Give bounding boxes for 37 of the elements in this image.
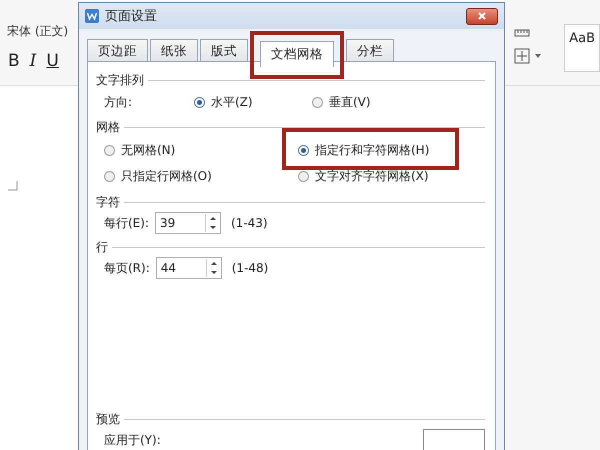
section-heading: 字符 [96, 194, 120, 211]
spin-field[interactable]: 39 [155, 212, 221, 234]
spin-field[interactable]: 44 [156, 257, 222, 279]
radio-option[interactable]: 文字对齐字符网格(X) [298, 166, 485, 186]
section-heading: 网格 [96, 119, 120, 136]
page-corner-icon [8, 181, 18, 191]
borders-icon[interactable] [513, 48, 531, 64]
radio-option[interactable]: 无网格(N) [104, 140, 298, 160]
radio-option[interactable]: 水平(Z) [194, 92, 312, 112]
field-label: 方向: [104, 94, 134, 110]
section-heading: 文字排列 [96, 72, 144, 89]
apply-to-dropdown[interactable] [423, 429, 485, 450]
app-logo-icon [85, 9, 99, 23]
field-label: 每页(R): [104, 260, 150, 276]
tab[interactable]: 版式 [200, 39, 248, 61]
dialog-title: 页面设置 [105, 8, 158, 25]
range-text: (1-43) [231, 216, 268, 230]
font-field[interactable]: 宋体 (正文) [4, 20, 74, 43]
tab[interactable]: 分栏 [346, 39, 394, 61]
section-heading: 行 [96, 239, 108, 256]
tab[interactable]: 纸张 [150, 39, 198, 61]
format-button[interactable]: B [8, 51, 20, 71]
field-label: 应用于(Y): [104, 432, 161, 448]
section-heading: 预览 [96, 411, 120, 428]
tab[interactable]: 页边距 [87, 39, 148, 61]
close-button[interactable] [466, 8, 498, 24]
radio-option[interactable]: 只指定行网格(O) [104, 166, 298, 186]
style-preview[interactable]: AaB [564, 24, 600, 72]
caret-icon[interactable] [535, 54, 541, 58]
format-button[interactable]: I [30, 51, 36, 71]
field-label: 每行(E): [104, 214, 149, 232]
radio-option[interactable]: 指定行和字符网格(H) [298, 140, 430, 160]
tab[interactable]: 文档网格 [260, 41, 334, 67]
range-text: (1-48) [232, 261, 268, 275]
close-icon [477, 11, 487, 21]
radio-option[interactable]: 垂直(V) [312, 92, 485, 112]
format-button[interactable]: U [46, 51, 59, 71]
